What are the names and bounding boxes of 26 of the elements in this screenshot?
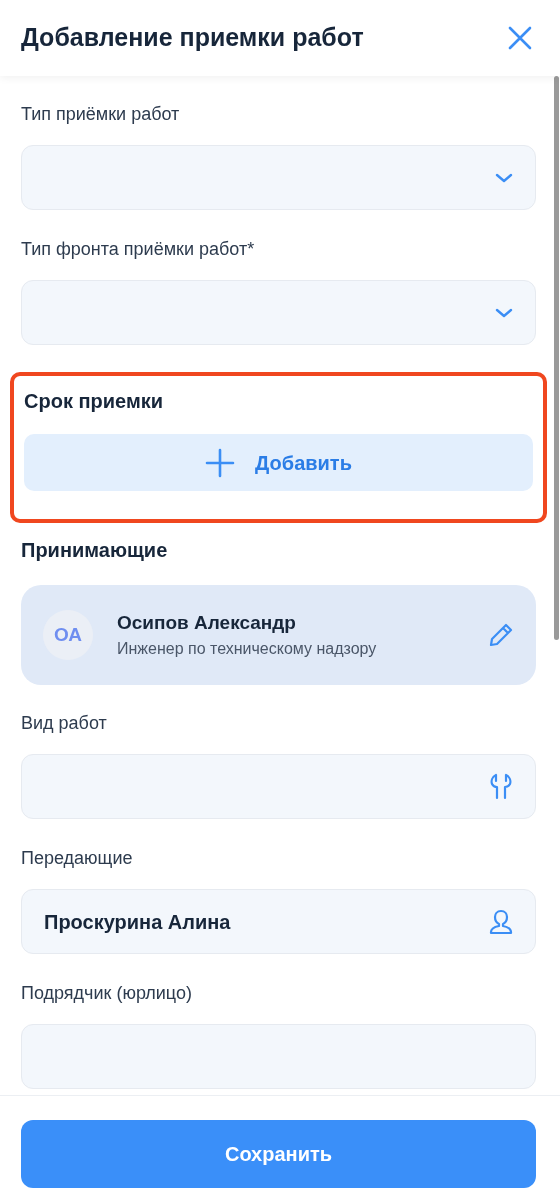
input-field[interactable] bbox=[21, 1024, 536, 1089]
scrollbar-thumb[interactable] bbox=[554, 76, 559, 640]
field-label: Подрядчик (юрлицо) bbox=[21, 982, 193, 1005]
close-icon[interactable] bbox=[508, 26, 532, 50]
person-field[interactable]: Проскурина Алина bbox=[21, 889, 536, 954]
section-title: Принимающие bbox=[21, 538, 169, 563]
person-role: Инженер по техническому надзору bbox=[117, 639, 378, 659]
chevron-down-icon bbox=[495, 172, 513, 183]
person-card[interactable]: ОА Осипов Александр Инженер по техническому надзору bbox=[21, 585, 536, 685]
window-title: Добавление приемки работ bbox=[21, 22, 364, 54]
section-title: Срок приемки bbox=[24, 389, 164, 414]
select-field[interactable] bbox=[21, 145, 536, 210]
field-value: Проскурина Алина bbox=[44, 909, 231, 935]
input-field[interactable] bbox=[21, 754, 536, 819]
pencil-icon[interactable] bbox=[488, 622, 514, 648]
field-label: Тип приёмки работ bbox=[21, 103, 181, 126]
plus-icon bbox=[205, 447, 236, 478]
avatar: ОА bbox=[43, 610, 93, 660]
person-name: Осипов Александр bbox=[117, 611, 297, 635]
select-field[interactable] bbox=[21, 280, 536, 345]
chevron-down-icon bbox=[495, 307, 513, 318]
field-label: Вид работ bbox=[21, 712, 108, 735]
wrench-icon bbox=[489, 773, 513, 800]
field-label: Тип фронта приёмки работ* bbox=[21, 238, 256, 261]
user-icon bbox=[489, 908, 513, 935]
field-label: Передающие bbox=[21, 847, 134, 870]
